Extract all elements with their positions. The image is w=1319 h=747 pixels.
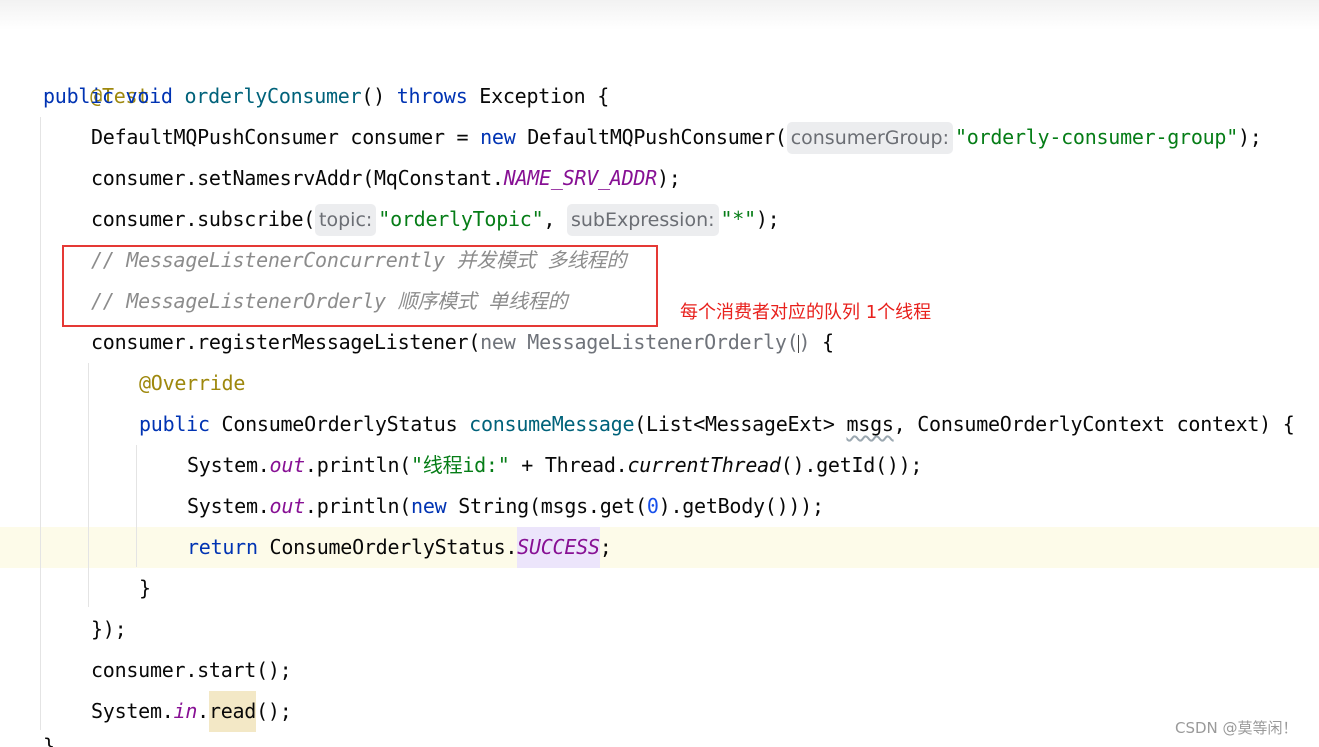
code-text: { — [810, 330, 834, 354]
code-line-9: @Override — [139, 363, 245, 404]
override-annotation: @Override — [139, 371, 246, 395]
code-text: ); — [656, 166, 681, 190]
code-text: String(msgs.get( — [446, 494, 647, 518]
string-literal: "orderlyTopic" — [378, 207, 544, 231]
exception-type: Exception { — [467, 84, 610, 108]
parameter-hint: subExpression: — [566, 204, 719, 236]
annotation-note: 每个消费者对应的队列 1个线程 — [680, 302, 932, 323]
static-field: out — [269, 494, 306, 518]
code-text: DefaultMQPushConsumer consumer = — [91, 125, 481, 149]
code-line-8: consumer.registerMessageListener(new Mes… — [91, 322, 834, 363]
string-literal: "orderly-consumer-group" — [955, 125, 1238, 149]
code-line-18: } — [43, 726, 55, 747]
code-text: ; — [599, 535, 612, 559]
string-literal: "*" — [720, 207, 757, 231]
keyword-public: public — [139, 412, 210, 436]
enum-constant-highlight: SUCCESS — [517, 527, 600, 568]
static-field: NAME_SRV_ADDR — [503, 166, 658, 190]
code-text: } — [139, 576, 151, 600]
keyword-return: return — [187, 535, 258, 559]
code-text: .println( — [304, 453, 412, 477]
code-text: System. — [187, 494, 270, 518]
code-line-15: }); — [91, 609, 127, 650]
code-text: ConsumeOrderlyStatus — [209, 412, 470, 436]
code-text: , ConsumeOrderlyContext context) { — [893, 412, 1295, 436]
code-text: (List<MessageExt> — [634, 412, 847, 436]
code-text: DefaultMQPushConsumer( — [515, 125, 787, 149]
anonymous-class-hint: ) — [798, 330, 811, 354]
code-line-2: public void orderlyConsumer() throws Exc… — [43, 76, 609, 117]
code-text: ); — [1237, 125, 1262, 149]
code-text: ).getBody())); — [658, 494, 824, 518]
anonymous-class-hint: new MessageListenerOrderly( — [480, 330, 799, 354]
method-parens: () — [361, 84, 397, 108]
method-usage-highlight: read — [208, 691, 256, 732]
code-text: . — [197, 699, 209, 723]
code-text: consumer.setNamesrvAddr(MqConstant. — [91, 166, 504, 190]
code-line-1: @Test — [43, 35, 149, 108]
code-text: }); — [91, 617, 127, 641]
string-literal: "线程id:" — [411, 453, 510, 477]
code-text: System. — [91, 699, 174, 723]
static-field: in — [173, 699, 198, 723]
code-line-12: System.out.println(new String(msgs.get(0… — [187, 486, 824, 527]
number-literal: 0 — [646, 494, 659, 518]
code-line-5: consumer.subscribe(topic: "orderlyTopic",… — [91, 199, 780, 240]
indent-guide — [136, 445, 137, 567]
code-text: ); — [755, 207, 780, 231]
static-method: currentThread — [627, 453, 781, 477]
code-text: , — [543, 207, 567, 231]
method-name: consumeMessage — [469, 412, 635, 436]
code-text: ConsumeOrderlyStatus. — [257, 535, 518, 559]
code-text: ().getId()); — [780, 453, 923, 477]
code-text: (); — [256, 699, 292, 723]
code-line-3: DefaultMQPushConsumer consumer = new Def… — [91, 117, 1262, 158]
keyword-new: new — [480, 125, 516, 149]
static-field: out — [269, 453, 306, 477]
code-text: consumer.subscribe( — [91, 207, 316, 231]
keyword-new: new — [411, 494, 447, 518]
parameter-hint: topic: — [315, 204, 377, 236]
code-text: .println( — [304, 494, 412, 518]
code-text: } — [43, 734, 55, 747]
code-editor[interactable]: @Test public void orderlyConsumer() thro… — [0, 0, 1319, 747]
code-text: consumer.start(); — [91, 658, 292, 682]
method-name: orderlyConsumer — [184, 84, 362, 108]
code-text: + Thread. — [509, 453, 628, 477]
indent-guide — [40, 117, 41, 730]
code-line-14: } — [139, 568, 151, 609]
keyword-void: void — [125, 84, 173, 108]
code-line-4: consumer.setNamesrvAddr(MqConstant.NAME_… — [91, 158, 681, 199]
comment-highlight-box — [62, 245, 658, 327]
indent-guide — [88, 363, 89, 607]
keyword-public: public — [43, 84, 114, 108]
code-line-13: return ConsumeOrderlyStatus.SUCCESS; — [187, 527, 612, 568]
code-text: System. — [187, 453, 270, 477]
unused-param-warning: msgs — [846, 412, 894, 436]
parameter-hint: consumerGroup: — [786, 122, 953, 154]
code-text: consumer.registerMessageListener( — [91, 330, 481, 354]
code-line-10: public ConsumeOrderlyStatus consumeMessa… — [139, 404, 1295, 445]
watermark: CSDN @莫等闲！ — [1175, 719, 1298, 737]
code-line-16: consumer.start(); — [91, 650, 292, 691]
keyword-throws: throws — [396, 84, 468, 108]
code-line-11: System.out.println("线程id:" + Thread.curr… — [187, 445, 922, 486]
code-line-17: System.in.read(); — [91, 691, 292, 732]
